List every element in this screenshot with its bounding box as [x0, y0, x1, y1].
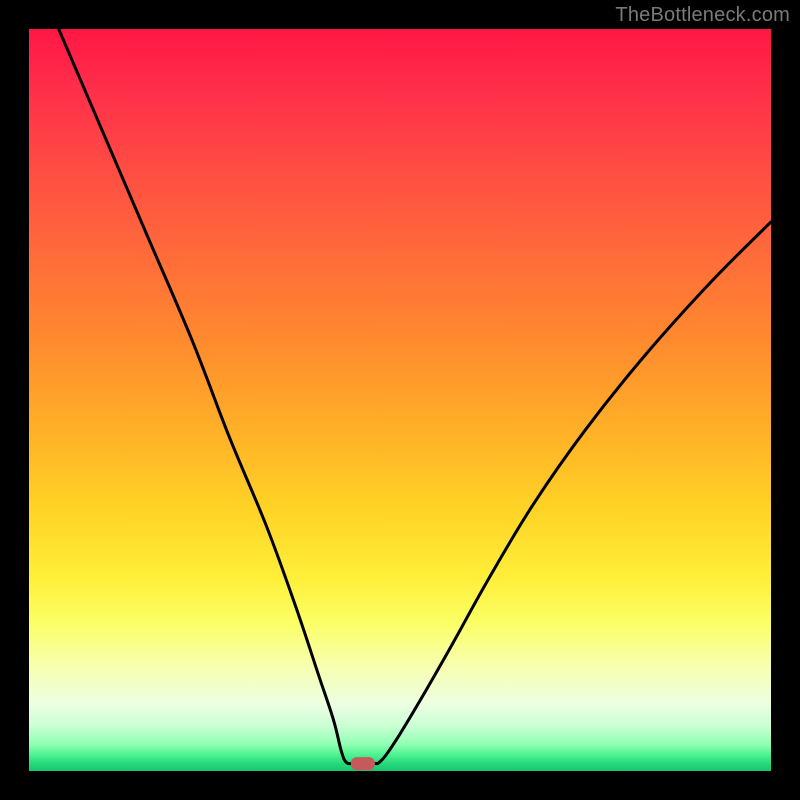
watermark-text: TheBottleneck.com [615, 4, 790, 27]
curve-layer [29, 29, 771, 771]
plot-area [29, 29, 771, 771]
bottleneck-curve [59, 29, 771, 764]
chart-stage: TheBottleneck.com [0, 0, 800, 800]
optimum-marker-icon [351, 757, 375, 770]
